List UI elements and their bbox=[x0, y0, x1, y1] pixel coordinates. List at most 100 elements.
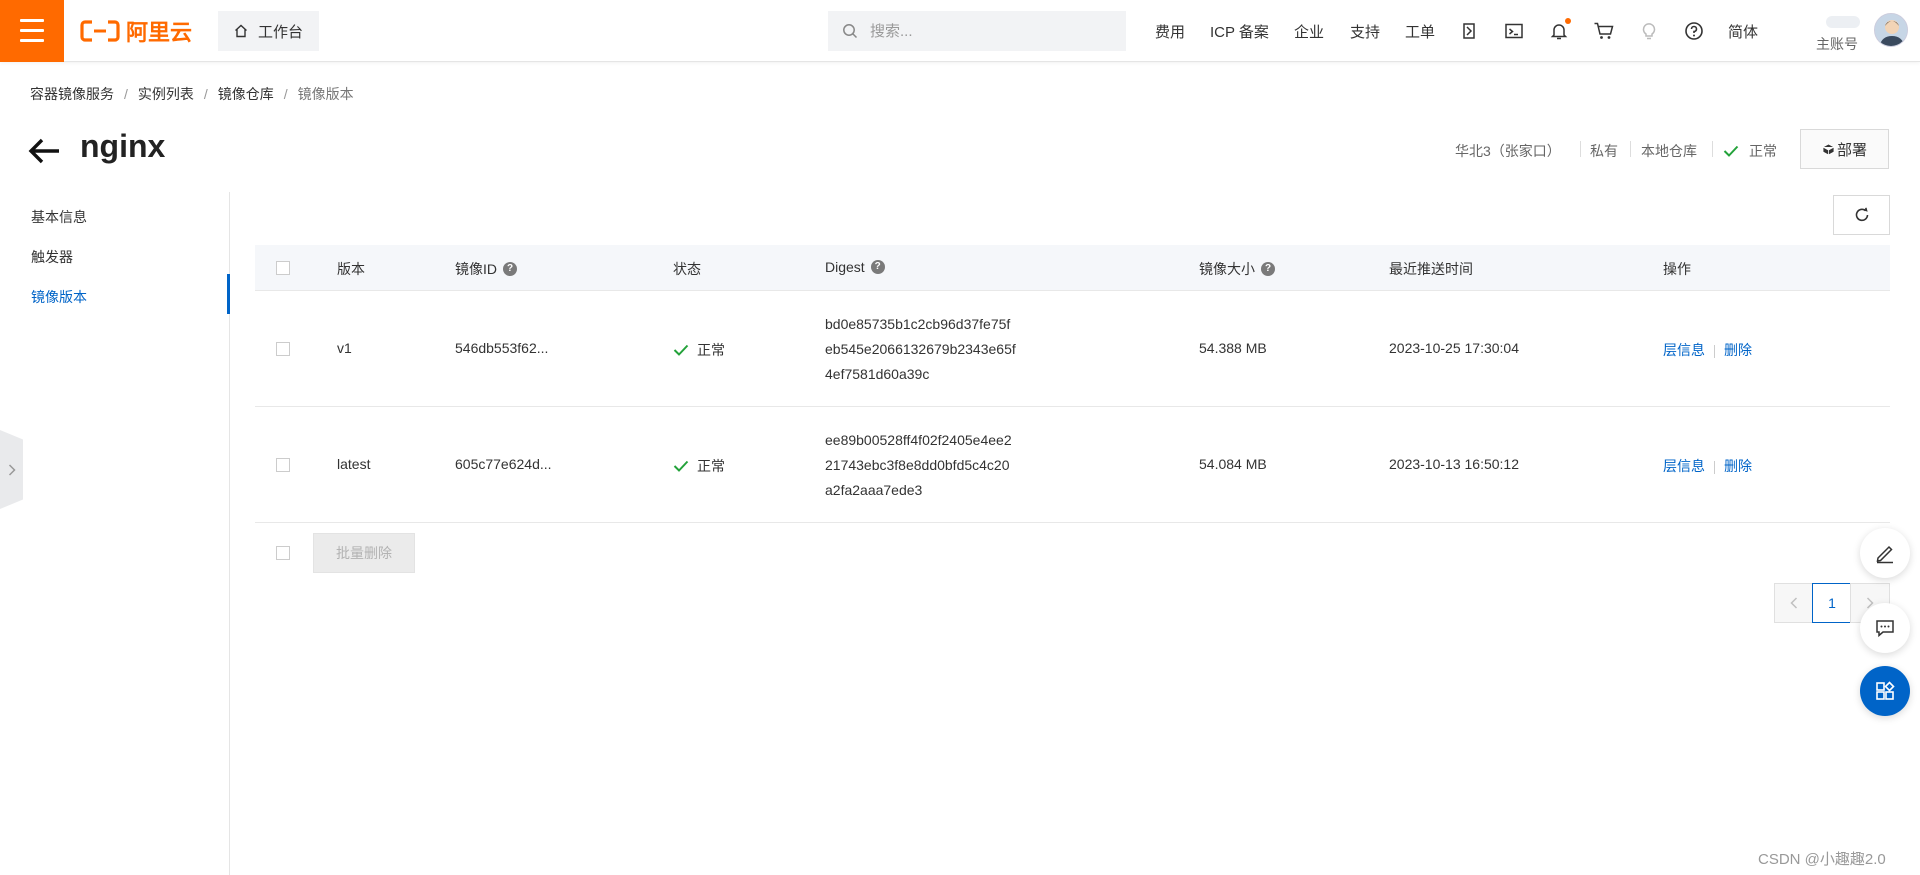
terminal-icon[interactable] bbox=[1502, 19, 1526, 43]
digest-line: 4ef7581d60a39c bbox=[825, 366, 930, 382]
row-status-text: 正常 bbox=[697, 342, 725, 358]
row-pushed-time: 2023-10-13 16:50:12 bbox=[1389, 456, 1519, 472]
layer-info-link[interactable]: 层信息 bbox=[1663, 342, 1705, 358]
page-number-current[interactable]: 1 bbox=[1812, 583, 1852, 623]
avatar[interactable] bbox=[1874, 13, 1908, 47]
feedback-edit-button[interactable] bbox=[1860, 528, 1910, 578]
column-image-size: 镜像大小 ? bbox=[1199, 259, 1275, 279]
lightbulb-icon[interactable] bbox=[1637, 19, 1661, 43]
batch-delete-button[interactable]: 批量删除 bbox=[313, 533, 415, 573]
breadcrumb: 容器镜像服务 / 实例列表 / 镜像仓库 / 镜像版本 bbox=[30, 84, 354, 104]
breadcrumb-cr-service[interactable]: 容器镜像服务 bbox=[30, 84, 114, 104]
breadcrumb-repositories[interactable]: 镜像仓库 bbox=[218, 84, 274, 104]
app-icon[interactable] bbox=[1457, 19, 1481, 43]
cart-icon[interactable] bbox=[1592, 19, 1616, 43]
row-size: 54.084 MB bbox=[1199, 456, 1267, 472]
aliyun-logo[interactable]: 阿里云 bbox=[80, 18, 193, 45]
prev-page-button[interactable] bbox=[1774, 583, 1814, 623]
logo-text: 阿里云 bbox=[126, 20, 193, 45]
row-checkbox[interactable] bbox=[276, 458, 290, 472]
help-icon[interactable]: ? bbox=[870, 260, 885, 274]
check-icon bbox=[1723, 145, 1739, 157]
page-title: nginx bbox=[80, 128, 166, 164]
column-digest: Digest ? bbox=[825, 259, 885, 275]
digest-line: ee89b00528ff4f02f2405e4ee2 bbox=[825, 432, 1012, 448]
deploy-button[interactable]: 部署 bbox=[1800, 129, 1889, 169]
chat-icon bbox=[1876, 620, 1894, 638]
help-icon[interactable] bbox=[1682, 19, 1706, 43]
select-all-checkbox[interactable] bbox=[276, 261, 290, 275]
repo-status-text: 正常 bbox=[1749, 143, 1777, 159]
table-row: v1 546db553f62... 正常 bd0e85735b1c2cb96d3… bbox=[255, 291, 1890, 407]
account-menu[interactable]: 主账号 bbox=[1810, 8, 1920, 54]
digest-line: bd0e85735b1c2cb96d37fe75f bbox=[825, 316, 1011, 332]
nav-support[interactable]: 支持 bbox=[1350, 0, 1380, 62]
nav-enterprise[interactable]: 企业 bbox=[1294, 0, 1324, 62]
refresh-icon bbox=[1855, 207, 1868, 222]
sidenav-image-versions[interactable]: 镜像版本 bbox=[31, 287, 87, 307]
search-input[interactable] bbox=[868, 21, 1098, 41]
column-image-id: 镜像ID ? bbox=[455, 259, 517, 279]
delete-link[interactable]: 删除 bbox=[1724, 458, 1752, 474]
nav-ticket[interactable]: 工单 bbox=[1405, 0, 1435, 62]
bell-icon[interactable] bbox=[1547, 18, 1571, 43]
top-bar: 阿里云 工作台 费用 ICP 备案 企业 支持 工单 简体 主账号 bbox=[0, 0, 1920, 62]
visibility-label: 私有 bbox=[1590, 143, 1618, 159]
repo-status: 正常 bbox=[1723, 141, 1777, 161]
select-all-footer-checkbox[interactable] bbox=[276, 546, 290, 560]
nav-icp[interactable]: ICP 备案 bbox=[1210, 0, 1269, 62]
action-divider bbox=[1714, 460, 1715, 474]
table-row: latest 605c77e624d... 正常 ee89b00528ff4f0… bbox=[255, 407, 1890, 523]
column-digest-label: Digest bbox=[825, 259, 865, 275]
chevron-right-icon bbox=[8, 463, 16, 476]
search-icon bbox=[843, 24, 858, 39]
breadcrumb-separator: / bbox=[283, 86, 288, 102]
sidenav-triggers[interactable]: 触发器 bbox=[31, 247, 73, 267]
language-switch[interactable]: 简体 bbox=[1728, 0, 1758, 62]
deploy-label: 部署 bbox=[1836, 141, 1867, 159]
pencil-icon bbox=[1876, 545, 1893, 564]
row-digest: ee89b00528ff4f02f2405e4ee2 21743ebc3f8e8… bbox=[825, 428, 1012, 503]
cube-icon bbox=[1822, 143, 1835, 155]
row-actions: 层信息 删除 bbox=[1663, 456, 1752, 476]
meta-divider bbox=[1630, 141, 1631, 157]
workbench-label: 工作台 bbox=[258, 23, 304, 41]
nav-fees[interactable]: 费用 bbox=[1155, 0, 1185, 62]
expand-sidebar-tab[interactable] bbox=[0, 430, 23, 509]
back-arrow-icon[interactable] bbox=[28, 135, 62, 167]
digest-line: eb545e2066132679b2343e65f bbox=[825, 341, 1016, 357]
menu-button[interactable] bbox=[0, 0, 64, 62]
home-icon bbox=[235, 24, 247, 38]
row-status: 正常 bbox=[673, 340, 725, 360]
help-icon[interactable]: ? bbox=[1261, 262, 1275, 276]
column-last-pushed: 最近推送时间 bbox=[1389, 261, 1473, 277]
meta-divider bbox=[1580, 141, 1581, 157]
repo-type-label: 本地仓库 bbox=[1641, 143, 1697, 159]
sidenav-basic-info[interactable]: 基本信息 bbox=[31, 207, 87, 227]
layer-info-link[interactable]: 层信息 bbox=[1663, 458, 1705, 474]
chat-button[interactable] bbox=[1860, 603, 1910, 653]
global-search[interactable] bbox=[828, 11, 1126, 51]
row-status-text: 正常 bbox=[697, 458, 725, 474]
help-icon[interactable]: ? bbox=[503, 262, 517, 276]
refresh-button[interactable] bbox=[1833, 195, 1890, 235]
digest-line: 21743ebc3f8e8dd0bfd5c4c20 bbox=[825, 457, 1010, 473]
sidenav-active-indicator bbox=[227, 274, 230, 314]
check-icon bbox=[673, 344, 689, 356]
breadcrumb-instance-list[interactable]: 实例列表 bbox=[138, 84, 194, 104]
row-version: latest bbox=[337, 456, 371, 472]
row-image-id: 546db553f62... bbox=[455, 340, 549, 356]
column-actions: 操作 bbox=[1663, 261, 1691, 277]
delete-link[interactable]: 删除 bbox=[1724, 342, 1752, 358]
aliyun-logo-icon bbox=[80, 20, 120, 42]
check-icon bbox=[673, 460, 689, 472]
column-status: 状态 bbox=[673, 261, 701, 277]
watermark: CSDN @小趣趣2.0 bbox=[1758, 851, 1886, 868]
column-image-id-label: 镜像ID bbox=[455, 261, 497, 277]
column-version: 版本 bbox=[337, 261, 365, 277]
row-actions: 层信息 删除 bbox=[1663, 340, 1752, 360]
workbench-button[interactable]: 工作台 bbox=[218, 11, 320, 51]
app-grid-button[interactable] bbox=[1860, 666, 1910, 716]
row-size: 54.388 MB bbox=[1199, 340, 1267, 356]
row-checkbox[interactable] bbox=[276, 342, 290, 356]
